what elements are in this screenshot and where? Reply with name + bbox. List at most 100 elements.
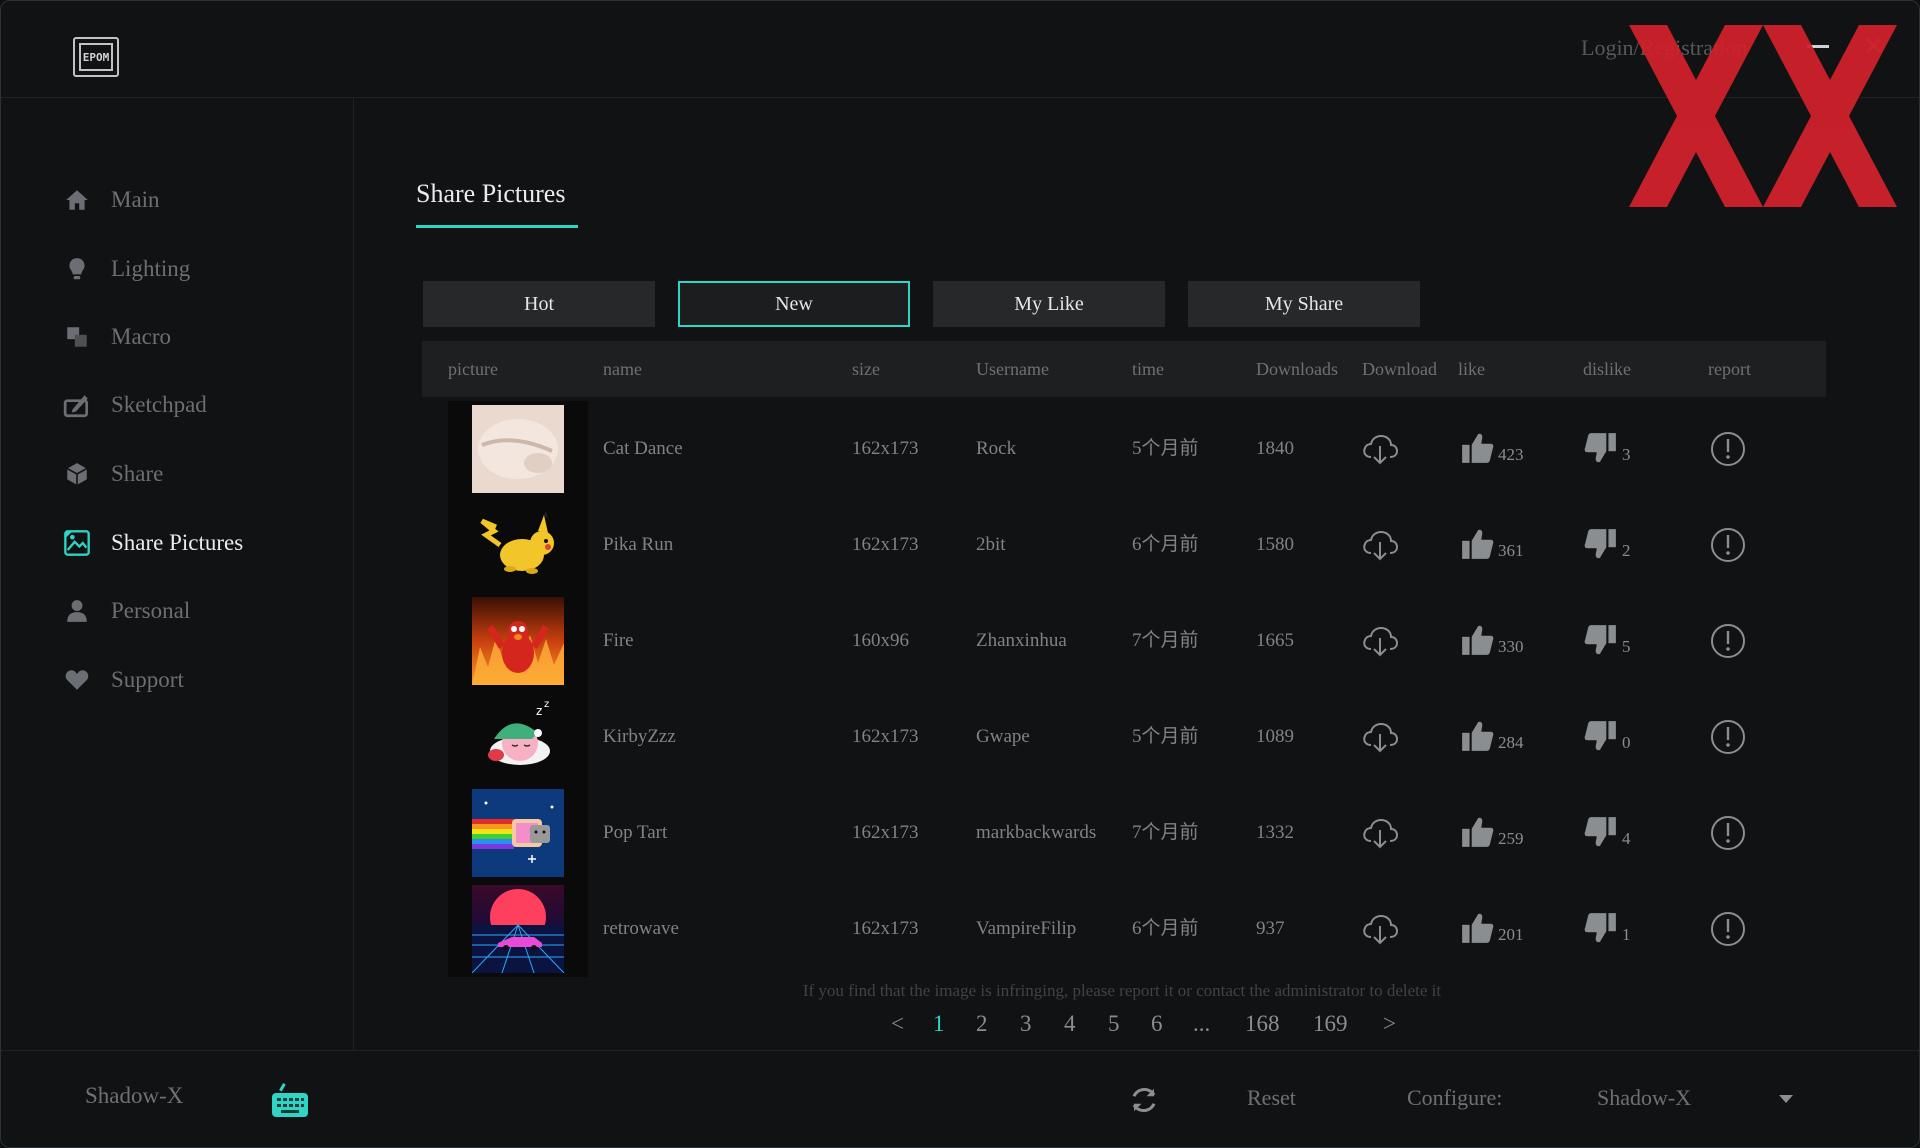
report-icon[interactable] <box>1708 621 1748 661</box>
download-icon[interactable] <box>1360 717 1400 757</box>
thumbs-up-icon[interactable] <box>1460 623 1500 663</box>
watermark-logo <box>1629 25 1897 207</box>
picture-size: 162x173 <box>852 438 919 459</box>
picture-username: Zhanxinhua <box>976 630 1067 651</box>
configure-select[interactable]: Shadow-X <box>1597 1085 1807 1111</box>
sidebar-item-personal[interactable]: Personal <box>63 591 190 631</box>
thumbnail-image[interactable] <box>471 885 565 974</box>
reset-button[interactable]: Reset <box>1247 1085 1296 1111</box>
sidebar-item-label: Macro <box>111 324 172 349</box>
picture-downloads: 1665 <box>1256 630 1294 651</box>
sidebar-item-label: Share <box>111 461 164 486</box>
table-row[interactable]: retrowave 162x173 VampireFilip 6个月前 937 201 1 <box>422 881 1826 977</box>
table-row[interactable]: Cat Dance 162x173 Rock 5个月前 1840 423 3 <box>422 401 1826 497</box>
picture-name: Pika Run <box>603 534 674 555</box>
keyboard-icon[interactable] <box>271 1083 309 1119</box>
column-header-time: time <box>1132 359 1164 379</box>
pagination-page-6[interactable]: 6 <box>1151 1011 1163 1041</box>
column-header-picture: picture <box>448 359 498 379</box>
tab-my-like[interactable]: My Like <box>933 281 1165 327</box>
sidebar-item-lighting[interactable]: Lighting <box>63 249 190 289</box>
like-count: 423 <box>1498 445 1524 464</box>
report-icon[interactable] <box>1708 813 1748 853</box>
thumbs-down-icon[interactable] <box>1584 815 1624 855</box>
pagination-page-4[interactable]: 4 <box>1064 1011 1076 1041</box>
download-icon[interactable] <box>1360 813 1400 853</box>
column-header-name: name <box>603 359 642 379</box>
pagination-page-3[interactable]: 3 <box>1020 1011 1032 1041</box>
report-icon[interactable] <box>1708 717 1748 757</box>
tab-new[interactable]: New <box>678 281 910 327</box>
dislike-count: 5 <box>1622 637 1631 656</box>
pagination-page-2[interactable]: 2 <box>976 1011 988 1041</box>
pagination-page-169[interactable]: 169 <box>1313 1011 1348 1041</box>
picture-size: 160x96 <box>852 630 909 651</box>
pagination-next-button[interactable]: > <box>1383 1011 1396 1041</box>
sidebar-item-sketchpad[interactable]: Sketchpad <box>63 385 207 425</box>
like-count: 284 <box>1498 733 1524 752</box>
dislike-count: 2 <box>1622 541 1631 560</box>
thumbs-down-icon[interactable] <box>1584 911 1624 951</box>
thumbnail-image[interactable] <box>472 405 564 493</box>
report-icon[interactable] <box>1708 525 1748 565</box>
macro-icon <box>63 323 91 351</box>
download-icon[interactable] <box>1360 429 1400 469</box>
sketchpad-icon <box>63 391 91 419</box>
download-icon[interactable] <box>1360 909 1400 949</box>
pagination-page-5[interactable]: 5 <box>1108 1011 1120 1041</box>
report-icon[interactable] <box>1708 909 1748 949</box>
picture-name: Cat Dance <box>603 438 683 459</box>
table-row[interactable]: Fire 160x96 Zhanxinhua 7个月前 1665 330 5 <box>422 593 1826 689</box>
sidebar-item-main[interactable]: Main <box>63 180 160 220</box>
dislike-count: 4 <box>1622 829 1631 848</box>
picture-username: 2bit <box>976 534 1006 555</box>
thumbs-up-icon[interactable] <box>1460 719 1500 759</box>
report-icon[interactable] <box>1708 429 1748 469</box>
tab-hot[interactable]: Hot <box>423 281 655 327</box>
thumbs-down-icon[interactable] <box>1584 431 1624 471</box>
table-row[interactable]: Pop Tart 162x173 markbackwards 7个月前 1332 259 4 <box>422 785 1826 881</box>
svg-text:z: z <box>536 704 542 718</box>
picture-icon <box>63 529 91 557</box>
sidebar-item-support[interactable]: Support <box>63 660 184 700</box>
cube-icon <box>63 460 91 488</box>
tab-my-share[interactable]: My Share <box>1188 281 1420 327</box>
sidebar: Main Lighting Macro Sketchpad Share Shar… <box>1 98 354 1050</box>
logo-text: EPOM <box>79 43 113 71</box>
home-icon <box>63 186 91 214</box>
page-title: Share Pictures <box>416 179 566 208</box>
pagination-page-168[interactable]: 168 <box>1245 1011 1280 1041</box>
sidebar-item-label: Personal <box>111 598 191 623</box>
chevron-down-icon[interactable] <box>1779 1095 1793 1103</box>
thumbnail-image[interactable]: zz <box>472 693 564 781</box>
thumbs-up-icon[interactable] <box>1460 815 1500 855</box>
download-icon[interactable] <box>1360 525 1400 565</box>
app-logo: EPOM <box>73 37 119 77</box>
refresh-icon[interactable] <box>1129 1085 1159 1115</box>
sidebar-item-share[interactable]: Share <box>63 454 163 494</box>
thumbs-down-icon[interactable] <box>1584 527 1624 567</box>
pagination-page-1[interactable]: 1 <box>933 1011 945 1041</box>
picture-time: 7个月前 <box>1132 630 1199 651</box>
thumbnail-image[interactable] <box>472 501 564 589</box>
picture-downloads: 1332 <box>1256 822 1294 843</box>
download-icon[interactable] <box>1360 621 1400 661</box>
pagination-prev-button[interactable]: < <box>891 1011 904 1041</box>
thumbs-up-icon[interactable] <box>1460 911 1500 951</box>
thumbnail-image[interactable] <box>472 789 564 877</box>
thumbs-down-icon[interactable] <box>1584 623 1624 663</box>
picture-time: 6个月前 <box>1132 534 1199 555</box>
sidebar-item-macro[interactable]: Macro <box>63 317 171 357</box>
picture-username: Rock <box>976 438 1017 459</box>
thumbs-down-icon[interactable] <box>1584 719 1624 759</box>
column-header-report: report <box>1708 359 1751 379</box>
thumbs-up-icon[interactable] <box>1460 527 1500 567</box>
sidebar-item-share-pictures[interactable]: Share Pictures <box>63 523 243 563</box>
column-header-size: size <box>852 359 880 379</box>
table-row[interactable]: Pika Run 162x173 2bit 6个月前 1580 361 2 <box>422 497 1826 593</box>
thumbnail-image[interactable] <box>472 597 564 685</box>
thumbs-up-icon[interactable] <box>1460 431 1500 471</box>
table-row[interactable]: z z KirbyZzz 162x173 Gwape 5个月前 1089 284 0 <box>422 689 1826 785</box>
column-header-like: like <box>1458 359 1485 379</box>
like-count: 330 <box>1498 637 1524 656</box>
